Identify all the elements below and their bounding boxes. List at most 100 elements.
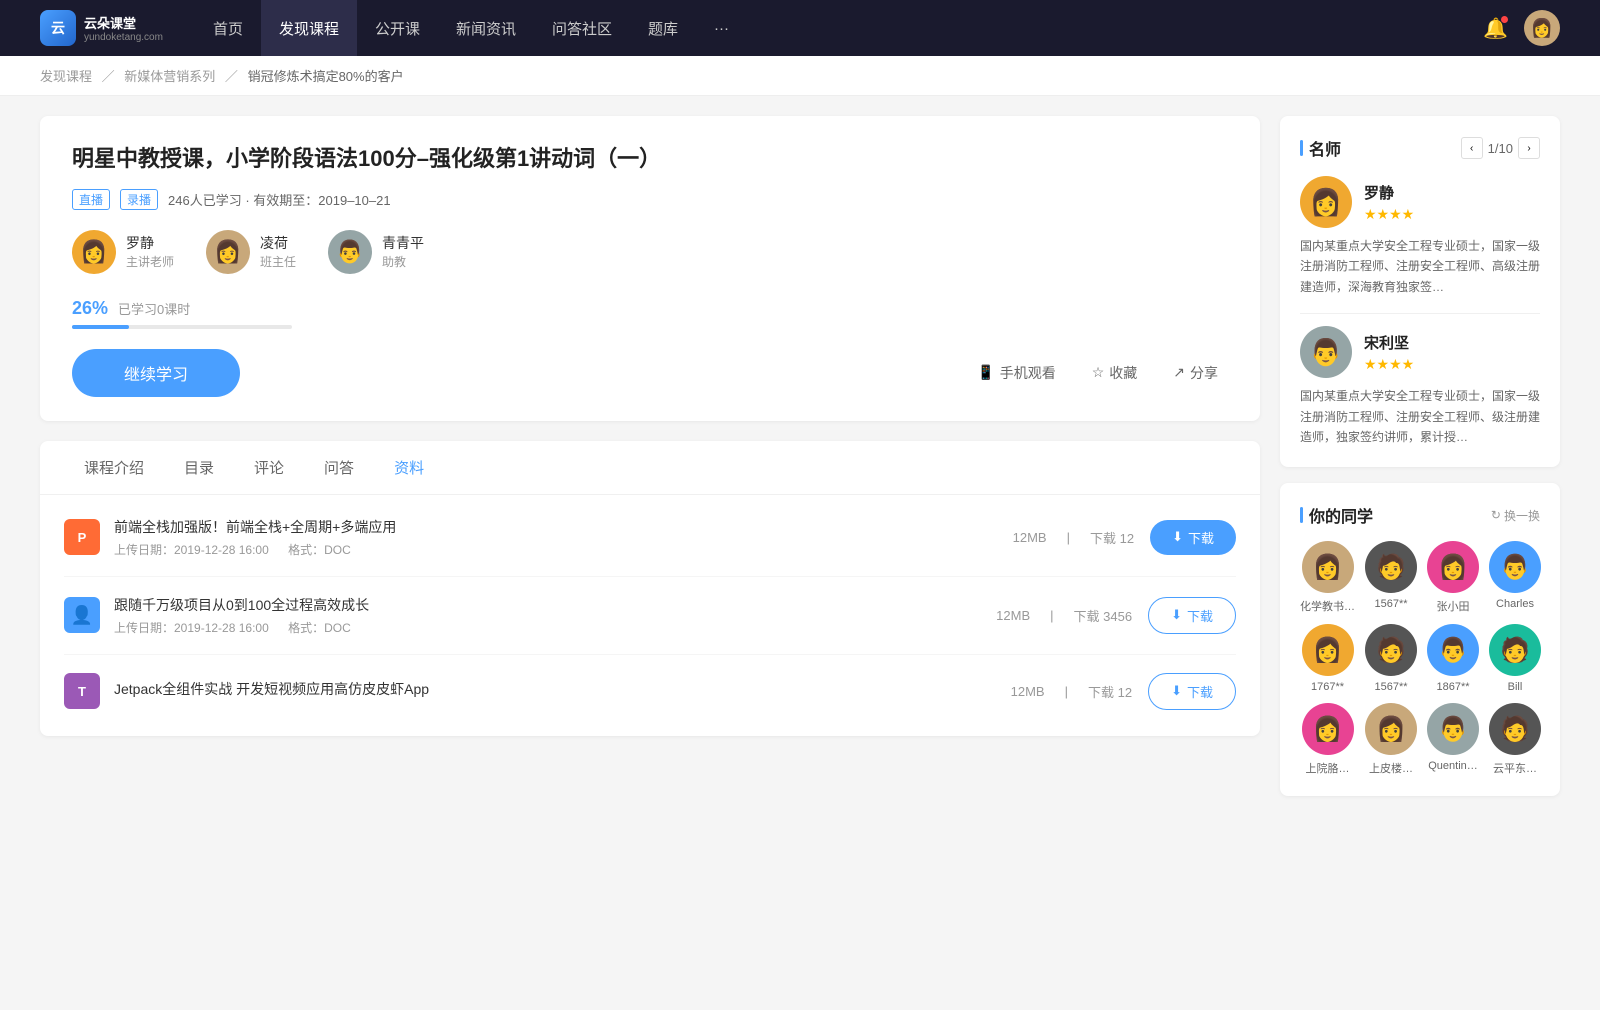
nav-item-qa[interactable]: 问答社区 <box>534 0 630 56</box>
breadcrumb-sep1: ／ <box>102 69 115 84</box>
tab-intro[interactable]: 课程介绍 <box>64 441 164 494</box>
classmate-name-1: 1567** <box>1374 598 1407 610</box>
classmate-0[interactable]: 👩 化学教书… <box>1300 541 1355 614</box>
teacher-0-name: 罗静 <box>126 233 174 253</box>
teacher-sidebar-stars-1: ★★★★ <box>1364 356 1414 373</box>
resource-right-2: 12MB | 下载 12 <box>1011 682 1132 701</box>
notification-dot <box>1501 16 1508 23</box>
nav-right-actions: 🔔 👩 <box>1483 10 1560 46</box>
resource-item-2: T Jetpack全组件实战 开发短视频应用高仿皮皮虾App 12MB | 下载… <box>64 655 1236 728</box>
resource-icon-2: T <box>64 673 100 709</box>
classmate-name-5: 1567** <box>1374 681 1407 693</box>
resource-title-0: 前端全栈加强版！前端全栈+全周期+多端应用 <box>114 517 1013 537</box>
resource-item-1: 👤 跟随千万级项目从0到100全过程高效成长 上传日期：2019-12-28 1… <box>64 577 1236 655</box>
refresh-icon: ↻ <box>1491 508 1501 522</box>
progress-section: 26% 已学习0课时 <box>72 298 1228 329</box>
teacher-2: 👨 青青平 助教 <box>328 230 424 274</box>
teachers-card-header: 名师 ‹ 1/10 › <box>1300 136 1540 160</box>
teacher-2-name: 青青平 <box>382 233 424 253</box>
resource-info-0: 前端全栈加强版！前端全栈+全周期+多端应用 上传日期：2019-12-28 16… <box>114 517 1013 558</box>
tab-qa[interactable]: 问答 <box>304 441 374 494</box>
nav-item-public[interactable]: 公开课 <box>357 0 438 56</box>
teacher-sidebar-0: 👩 罗静 ★★★★ 国内某重点大学安全工程专业硕士，国家一级注册消防工程师、注册… <box>1300 176 1540 297</box>
download-button-2[interactable]: ⬇ 下载 <box>1148 673 1236 710</box>
classmate-1[interactable]: 🧑 1567** <box>1365 541 1417 614</box>
nav-item-quiz[interactable]: 题库 <box>630 0 696 56</box>
teacher-2-avatar: 👨 <box>328 230 372 274</box>
classmates-header: 你的同学 ↻ 换一换 <box>1300 503 1540 527</box>
teacher-1-name: 凌荷 <box>260 233 296 253</box>
classmate-6[interactable]: 👨 1867** <box>1427 624 1479 693</box>
classmate-7[interactable]: 🧑 Bill <box>1489 624 1541 693</box>
nav-item-home[interactable]: 首页 <box>195 0 261 56</box>
refresh-classmates-button[interactable]: ↻ 换一换 <box>1491 507 1540 524</box>
sidebar: 名师 ‹ 1/10 › 👩 罗静 ★★★★ <box>1280 116 1560 990</box>
nav-item-discover[interactable]: 发现课程 <box>261 0 357 56</box>
tab-resources[interactable]: 资料 <box>374 441 444 494</box>
nav-item-more[interactable]: ··· <box>696 0 747 56</box>
classmate-name-10: Quentin… <box>1428 760 1478 772</box>
classmate-name-6: 1867** <box>1436 681 1469 693</box>
logo-text-area: 云朵课堂 yundoketang.com <box>84 13 163 43</box>
logo-area[interactable]: 云 云朵课堂 yundoketang.com <box>40 10 163 46</box>
resource-info-2: Jetpack全组件实战 开发短视频应用高仿皮皮虾App <box>114 679 1011 703</box>
classmate-3[interactable]: 👨 Charles <box>1489 541 1541 614</box>
classmate-5[interactable]: 🧑 1567** <box>1365 624 1417 693</box>
download-button-1[interactable]: ⬇ 下载 <box>1148 597 1236 634</box>
teacher-sidebar-avatar-1: 👨 <box>1300 326 1352 378</box>
course-card: 明星中教授课，小学阶段语法100分–强化级第1讲动词（一） 直播 录播 246人… <box>40 116 1260 421</box>
download-button-0[interactable]: ⬇ 下载 <box>1150 520 1236 555</box>
resource-icon-0: P <box>64 519 100 555</box>
classmate-2[interactable]: 👩 张小田 <box>1427 541 1479 614</box>
classmate-name-0: 化学教书… <box>1300 598 1355 614</box>
classmates-grid: 👩 化学教书… 🧑 1567** 👩 张小田 👨 Charles 👩 <box>1300 541 1540 776</box>
tab-content: P 前端全栈加强版！前端全栈+全周期+多端应用 上传日期：2019-12-28 … <box>40 495 1260 736</box>
classmate-name-8: 上院胳… <box>1306 760 1350 776</box>
page-next-button[interactable]: › <box>1518 137 1540 159</box>
resource-icon-1: 👤 <box>64 597 100 633</box>
nav-item-news[interactable]: 新闻资讯 <box>438 0 534 56</box>
tab-comments[interactable]: 评论 <box>234 441 304 494</box>
tab-catalog[interactable]: 目录 <box>164 441 234 494</box>
classmate-name-7: Bill <box>1508 681 1523 693</box>
resource-title-2: Jetpack全组件实战 开发短视频应用高仿皮皮虾App <box>114 679 1011 699</box>
classmate-9[interactable]: 👩 上皮楼… <box>1365 703 1417 776</box>
share-button[interactable]: ↗ 分享 <box>1163 357 1228 389</box>
teacher-2-role: 助教 <box>382 253 424 270</box>
course-title: 明星中教授课，小学阶段语法100分–强化级第1讲动词（一） <box>72 144 1228 175</box>
classmate-10[interactable]: 👨 Quentin… <box>1427 703 1479 776</box>
breadcrumb-current: 销冠修炼术搞定80%的客户 <box>248 69 404 84</box>
teacher-1: 👩 凌荷 班主任 <box>206 230 296 274</box>
secondary-actions: 📱 手机观看 ☆ 收藏 ↗ 分享 <box>967 357 1228 389</box>
collect-button[interactable]: ☆ 收藏 <box>1082 357 1148 389</box>
resource-title-1: 跟随千万级项目从0到100全过程高效成长 <box>114 595 996 615</box>
breadcrumb-discover[interactable]: 发现课程 <box>40 69 92 84</box>
user-avatar-nav[interactable]: 👩 <box>1524 10 1560 46</box>
resource-right-1: 12MB | 下载 3456 <box>996 606 1132 625</box>
teacher-sidebar-avatar-0: 👩 <box>1300 176 1352 228</box>
classmate-4[interactable]: 👩 1767** <box>1300 624 1355 693</box>
teachers-sidebar-card: 名师 ‹ 1/10 › 👩 罗静 ★★★★ <box>1280 116 1560 467</box>
breadcrumb-sep2: ／ <box>225 69 238 84</box>
teacher-sidebar-1: 👨 宋利坚 ★★★★ 国内某重点大学安全工程专业硕士，国家一级注册消防工程师、注… <box>1300 326 1540 447</box>
teacher-1-role: 班主任 <box>260 253 296 270</box>
page-prev-button[interactable]: ‹ <box>1461 137 1483 159</box>
teacher-1-avatar: 👩 <box>206 230 250 274</box>
classmate-name-4: 1767** <box>1311 681 1344 693</box>
classmate-8[interactable]: 👩 上院胳… <box>1300 703 1355 776</box>
phone-watch-button[interactable]: 📱 手机观看 <box>967 357 1065 389</box>
notification-bell[interactable]: 🔔 <box>1483 16 1508 41</box>
breadcrumb: 发现课程 ／ 新媒体营销系列 ／ 销冠修炼术搞定80%的客户 <box>0 56 1600 96</box>
teacher-sidebar-name-0: 罗静 <box>1364 182 1414 203</box>
nav-menu: 首页 发现课程 公开课 新闻资讯 问答社区 题库 ··· <box>195 0 1483 56</box>
breadcrumb-series[interactable]: 新媒体营销系列 <box>124 69 215 84</box>
continue-learning-button[interactable]: 继续学习 <box>72 349 240 397</box>
tabs-section: 课程介绍 目录 评论 问答 资料 P 前端全栈加强版！前端全栈+全周期+多端应用… <box>40 441 1260 736</box>
classmate-name-11: 云平东… <box>1493 760 1537 776</box>
teacher-0-role: 主讲老师 <box>126 253 174 270</box>
progress-label-text: 已学习0课时 <box>118 299 190 318</box>
resource-meta-1: 上传日期：2019-12-28 16:00 格式：DOC <box>114 619 996 636</box>
resource-right-0: 12MB | 下载 12 <box>1013 528 1134 547</box>
classmate-11[interactable]: 🧑 云平东… <box>1489 703 1541 776</box>
resource-item-0: P 前端全栈加强版！前端全栈+全周期+多端应用 上传日期：2019-12-28 … <box>64 499 1236 577</box>
